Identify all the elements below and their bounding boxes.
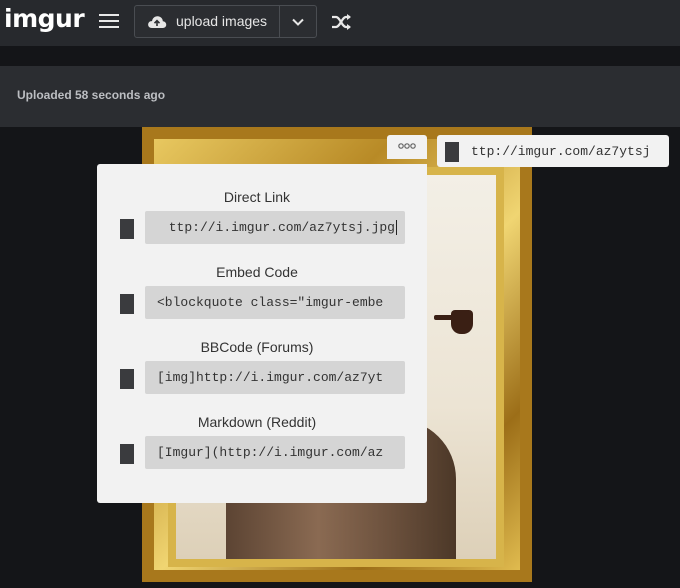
image-options-button[interactable]: [387, 135, 427, 159]
embed-codes-panel: Direct Link ttp://i.imgur.com/az7ytsj.jp…: [97, 164, 427, 503]
cloud-upload-icon: [148, 16, 167, 28]
upload-button-group: upload images: [134, 5, 317, 38]
text-caret: [396, 220, 397, 236]
copy-handle-icon[interactable]: [120, 294, 134, 314]
direct-link-section: Direct Link ttp://i.imgur.com/az7ytsj.jp…: [97, 189, 427, 259]
bbcode-section: BBCode (Forums) [img]http://i.imgur.com/…: [97, 339, 427, 409]
copy-handle-icon[interactable]: [120, 369, 134, 389]
upload-options-dropdown[interactable]: [280, 6, 316, 37]
direct-link-label: Direct Link: [223, 189, 291, 205]
share-link-field[interactable]: ttp://imgur.com/az7ytsj: [437, 135, 669, 167]
uploaded-time-text: Uploaded 58 seconds ago: [17, 88, 166, 102]
top-nav-bar: imgur upload images: [0, 0, 680, 46]
copy-handle-icon[interactable]: [120, 219, 134, 239]
pipe-bowl: [451, 310, 473, 334]
embed-code-input[interactable]: <blockquote class="imgur-embe: [145, 286, 405, 319]
upload-status-bar: Uploaded 58 seconds ago: [0, 66, 680, 127]
chevron-down-icon: [292, 18, 304, 26]
markdown-input[interactable]: [Imgur](http://i.imgur.com/az: [145, 436, 405, 469]
embed-code-label: Embed Code: [216, 264, 298, 280]
share-link-text[interactable]: ttp://imgur.com/az7ytsj: [471, 144, 661, 159]
direct-link-input[interactable]: ttp://i.imgur.com/az7ytsj.jpg: [145, 211, 405, 244]
imgur-logo[interactable]: imgur: [4, 4, 85, 33]
upload-images-button[interactable]: upload images: [135, 6, 279, 37]
bbcode-input[interactable]: [img]http://i.imgur.com/az7yt: [145, 361, 405, 394]
markdown-label: Markdown (Reddit): [197, 414, 317, 430]
hamburger-menu-icon[interactable]: [99, 14, 119, 30]
bbcode-label: BBCode (Forums): [200, 339, 314, 355]
embed-code-section: Embed Code <blockquote class="imgur-embe: [97, 264, 427, 334]
markdown-section: Markdown (Reddit) [Imgur](http://i.imgur…: [97, 414, 427, 484]
upload-images-label: upload images: [176, 13, 268, 29]
copy-handle-icon[interactable]: [445, 142, 459, 162]
copy-handle-icon[interactable]: [120, 444, 134, 464]
shuffle-icon[interactable]: [331, 12, 353, 32]
more-dots-icon: [398, 143, 416, 149]
